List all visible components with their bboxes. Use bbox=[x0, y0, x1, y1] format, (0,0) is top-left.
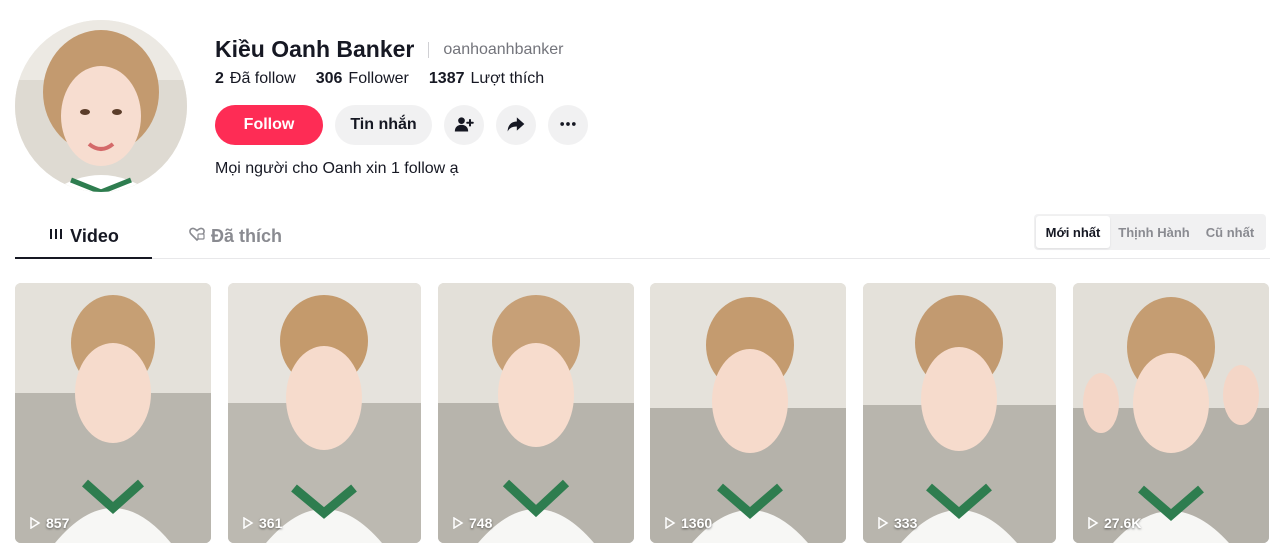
stat-followers[interactable]: 306 Follower bbox=[316, 70, 409, 88]
video-thumbnail bbox=[1073, 283, 1269, 543]
video-views: 748 bbox=[452, 515, 492, 531]
video-views: 27.6K bbox=[1087, 515, 1141, 531]
video-view-count: 1360 bbox=[681, 515, 713, 531]
play-icon bbox=[453, 517, 464, 529]
more-button[interactable] bbox=[548, 105, 588, 145]
stat-followers-label: Follower bbox=[348, 70, 409, 87]
video-views: 857 bbox=[29, 515, 69, 531]
sort-newest[interactable]: Mới nhất bbox=[1036, 216, 1110, 248]
video-view-count: 333 bbox=[894, 515, 918, 531]
video-view-count: 361 bbox=[259, 515, 283, 531]
play-icon bbox=[30, 517, 41, 529]
profile-actions: Follow Tin nhắn bbox=[215, 105, 600, 145]
stat-likes-count: 1387 bbox=[428, 70, 465, 87]
video-card[interactable]: 333 bbox=[863, 283, 1056, 543]
play-icon bbox=[243, 517, 254, 529]
video-card[interactable]: 748 bbox=[438, 283, 634, 543]
profile-stats: 2 Đã follow 306 Follower 1387 Lượt thích bbox=[215, 70, 564, 88]
video-views: 361 bbox=[242, 515, 282, 531]
tab-video[interactable]: Video bbox=[15, 214, 152, 258]
message-button[interactable]: Tin nhắn bbox=[335, 105, 432, 145]
username: oanhoanhbanker bbox=[443, 40, 564, 58]
stat-following-count: 2 bbox=[215, 70, 224, 87]
stat-likes: 1387 Lượt thích bbox=[429, 70, 544, 88]
video-thumbnail bbox=[650, 283, 846, 543]
video-thumbnail bbox=[228, 283, 421, 543]
profile-name-row: Kiều Oanh Banker oanhoanhbanker bbox=[215, 36, 564, 63]
more-icon bbox=[558, 114, 578, 137]
follow-button[interactable]: Follow bbox=[215, 105, 323, 145]
tab-liked-label: Đã thích bbox=[210, 225, 282, 246]
play-icon bbox=[1088, 517, 1099, 529]
video-card[interactable]: 361 bbox=[228, 283, 421, 543]
profile-avatar[interactable] bbox=[15, 20, 187, 192]
stat-following-label: Đã follow bbox=[229, 70, 296, 87]
play-icon bbox=[878, 517, 889, 529]
video-card[interactable]: 27.6K bbox=[1073, 283, 1269, 543]
add-friend-button[interactable] bbox=[444, 105, 484, 145]
video-view-count: 27.6K bbox=[1104, 515, 1142, 531]
video-thumbnail bbox=[15, 283, 211, 543]
tab-active-indicator bbox=[15, 257, 152, 259]
video-card[interactable]: 1360 bbox=[650, 283, 846, 543]
liked-heart-icon bbox=[189, 226, 211, 247]
name-separator bbox=[428, 41, 430, 58]
tab-video-label: Video bbox=[70, 225, 119, 246]
add-friend-icon bbox=[454, 114, 474, 137]
stat-following[interactable]: 2 Đã follow bbox=[215, 70, 296, 88]
sort-oldest[interactable]: Cũ nhất bbox=[1198, 216, 1262, 248]
share-button[interactable] bbox=[496, 105, 536, 145]
video-card[interactable]: 857 bbox=[15, 283, 211, 543]
video-view-count: 857 bbox=[46, 515, 70, 531]
video-thumbnail bbox=[863, 283, 1056, 543]
share-icon bbox=[506, 114, 526, 137]
video-views: 1360 bbox=[664, 515, 712, 531]
stat-likes-label: Lượt thích bbox=[470, 70, 545, 87]
grid-icon bbox=[48, 226, 70, 247]
stat-followers-count: 306 bbox=[315, 70, 343, 87]
video-views: 333 bbox=[877, 515, 917, 531]
display-name: Kiều Oanh Banker bbox=[215, 36, 415, 62]
tab-liked[interactable]: Đã thích bbox=[167, 214, 304, 258]
play-icon bbox=[665, 517, 676, 529]
profile-bio: Mọi người cho Oanh xin 1 follow ạ bbox=[215, 160, 459, 177]
video-grid: 857 361 748 1360 333 27.6K bbox=[0, 283, 1287, 543]
sort-toggle: Mới nhất Thịnh Hành Cũ nhất bbox=[1034, 214, 1266, 250]
video-thumbnail bbox=[438, 283, 634, 543]
sort-trending[interactable]: Thịnh Hành bbox=[1110, 216, 1198, 248]
video-view-count: 748 bbox=[469, 515, 493, 531]
